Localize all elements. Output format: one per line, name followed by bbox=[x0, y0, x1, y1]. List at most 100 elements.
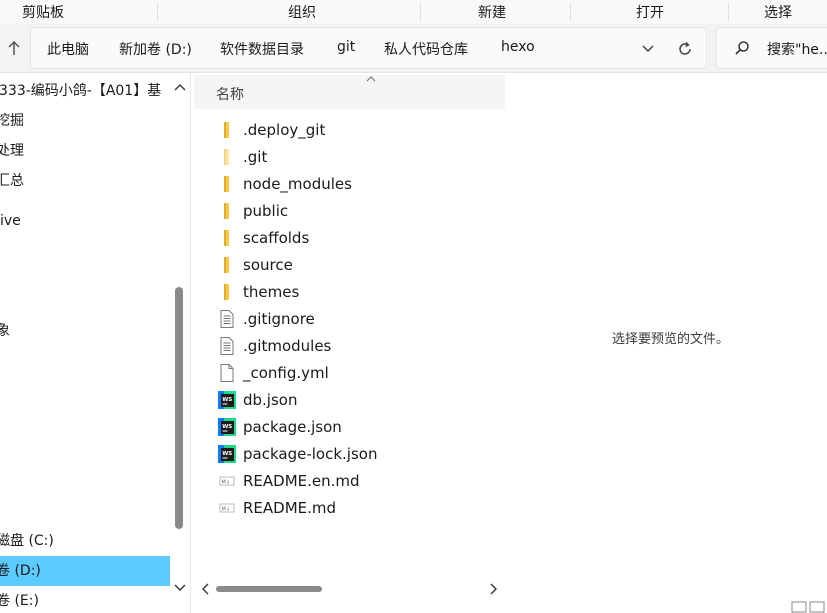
svg-text:WS: WS bbox=[222, 451, 232, 457]
text-file-icon bbox=[218, 310, 236, 328]
folder-icon bbox=[218, 229, 236, 247]
breadcrumb-drive-d[interactable]: 新加卷 (D:) bbox=[119, 39, 192, 59]
refresh-button[interactable] bbox=[674, 38, 696, 60]
nav-item-objects[interactable]: 象 bbox=[0, 316, 166, 346]
webstorm-file-icon: WS bbox=[218, 391, 236, 409]
folder-hidden-icon bbox=[218, 148, 236, 166]
nav-item-label: 卷 (D:) bbox=[0, 563, 41, 579]
markdown-file-icon: M↓ bbox=[218, 472, 236, 490]
breadcrumb-git[interactable]: git bbox=[337, 39, 355, 55]
nav-item-drive-e[interactable]: 卷 (E:) bbox=[0, 586, 166, 613]
folder-icon bbox=[218, 175, 236, 193]
breadcrumb-this-pc[interactable]: 此电脑 bbox=[47, 39, 89, 59]
scroll-up-button[interactable] bbox=[172, 79, 188, 95]
nav-scrollbar-thumb[interactable] bbox=[175, 287, 183, 529]
nav-scrollbar[interactable] bbox=[171, 73, 189, 613]
arrow-up-icon bbox=[8, 40, 20, 55]
file-row[interactable]: WS package.json bbox=[194, 414, 505, 441]
chevron-up-icon bbox=[174, 84, 186, 91]
file-row[interactable]: WS package-lock.json bbox=[194, 441, 505, 468]
file-name: .gitignore bbox=[243, 310, 315, 328]
file-list: 名称 .deploy_git .git node_modulespublic scaf… bbox=[194, 73, 505, 608]
file-name: .git bbox=[243, 148, 268, 166]
file-name: public bbox=[243, 202, 289, 220]
file-name: node_modules bbox=[243, 175, 352, 193]
refresh-icon bbox=[679, 41, 691, 55]
nav-item-folder[interactable]: 挖掘 bbox=[0, 106, 166, 136]
file-name: themes bbox=[243, 283, 300, 301]
file-row[interactable]: source bbox=[194, 252, 505, 279]
chevron-right-icon bbox=[490, 583, 497, 595]
ribbon-open-label: 打开 bbox=[636, 5, 664, 21]
scroll-down-button[interactable] bbox=[172, 580, 188, 596]
up-button[interactable] bbox=[3, 36, 25, 60]
file-row[interactable]: .gitignore bbox=[194, 306, 505, 333]
nav-item-folder[interactable]: 处理 bbox=[0, 136, 166, 166]
file-row[interactable]: .deploy_git bbox=[194, 117, 505, 144]
file-name: _config.yml bbox=[243, 364, 329, 382]
address-dropdown-button[interactable] bbox=[637, 38, 659, 60]
svg-text:M↓: M↓ bbox=[222, 480, 231, 486]
ribbon-clipboard-label: 剪贴板 bbox=[22, 5, 64, 21]
file-name: scaffolds bbox=[243, 229, 310, 247]
address-toolbar: 此电脑 新加卷 (D:) 软件数据目录 git 私人代码仓库 hexo 搜索"h… bbox=[0, 24, 827, 73]
file-row[interactable]: .git bbox=[194, 144, 505, 171]
file-name: README.en.md bbox=[243, 472, 360, 490]
webstorm-file-icon: WS bbox=[218, 418, 236, 436]
file-row[interactable]: M↓ README.en.md bbox=[194, 468, 505, 495]
column-header-label: 名称 bbox=[216, 87, 244, 103]
file-name: README.md bbox=[243, 499, 337, 517]
navigation-pane: 333-编码小鸽-【A01】基 挖掘 处理 汇总 ive 象 磁盘 (C:) 卷… bbox=[0, 73, 191, 613]
chevron-down-icon bbox=[642, 45, 654, 53]
scroll-left-button[interactable] bbox=[197, 581, 213, 597]
search-input[interactable]: 搜索"he... bbox=[767, 39, 827, 59]
file-name: .deploy_git bbox=[243, 121, 326, 139]
search-icon bbox=[735, 41, 749, 55]
file-row[interactable]: _config.yml bbox=[194, 360, 505, 387]
scroll-right-button[interactable] bbox=[486, 581, 502, 597]
ribbon-select-label: 选择 bbox=[764, 5, 792, 21]
preview-pane: 选择要预览的文件。 bbox=[505, 73, 827, 613]
file-row[interactable]: WS db.json bbox=[194, 387, 505, 414]
search-box[interactable]: 搜索"he... bbox=[716, 27, 827, 69]
file-name: .gitmodules bbox=[243, 337, 332, 355]
preview-placeholder-text: 选择要预览的文件。 bbox=[612, 332, 730, 347]
webstorm-file-icon: WS bbox=[218, 445, 236, 463]
folder-icon bbox=[218, 202, 236, 220]
sort-ascending-icon bbox=[366, 76, 376, 82]
svg-text:WS: WS bbox=[222, 424, 232, 430]
file-row[interactable]: .gitmodules bbox=[194, 333, 505, 360]
file-name: package.json bbox=[243, 418, 342, 436]
file-row[interactable]: public bbox=[194, 198, 505, 225]
file-row[interactable]: M↓ README.md bbox=[194, 495, 505, 522]
nav-item-drive-c[interactable]: 磁盘 (C:) bbox=[0, 526, 166, 556]
ribbon-divider bbox=[728, 3, 729, 21]
chevron-left-icon bbox=[202, 583, 209, 595]
nav-item-quick-access-folder[interactable]: 333-编码小鸽-【A01】基 bbox=[0, 76, 169, 106]
blank-file-icon bbox=[218, 364, 236, 382]
breadcrumb-private-repo[interactable]: 私人代码仓库 bbox=[384, 39, 468, 59]
nav-item-drive[interactable]: ive bbox=[0, 206, 170, 236]
nav-item-folder[interactable]: 汇总 bbox=[0, 166, 166, 196]
ribbon-new-label: 新建 bbox=[478, 5, 506, 21]
svg-text:M↓: M↓ bbox=[222, 507, 231, 513]
breadcrumb-hexo[interactable]: hexo bbox=[501, 39, 535, 55]
ribbon-group-labels: 剪贴板 组织 新建 打开 选择 bbox=[0, 0, 827, 24]
horizontal-scrollbar[interactable] bbox=[194, 578, 505, 598]
file-row[interactable]: scaffolds bbox=[194, 225, 505, 252]
ribbon-divider bbox=[157, 3, 158, 21]
ribbon-divider bbox=[570, 3, 571, 21]
column-header-name[interactable]: 名称 bbox=[194, 75, 505, 109]
horizontal-scrollbar-thumb[interactable] bbox=[216, 586, 322, 592]
view-toggle-icons[interactable] bbox=[790, 598, 827, 613]
file-row[interactable]: node_modules bbox=[194, 171, 505, 198]
folder-icon bbox=[218, 283, 236, 301]
nav-item-drive-d[interactable]: 卷 (D:) bbox=[0, 556, 170, 586]
chevron-down-icon bbox=[174, 584, 186, 591]
file-name: package-lock.json bbox=[243, 445, 378, 463]
breadcrumb-software-data[interactable]: 软件数据目录 bbox=[220, 39, 304, 59]
file-row[interactable]: themes bbox=[194, 279, 505, 306]
address-bar[interactable]: 此电脑 新加卷 (D:) 软件数据目录 git 私人代码仓库 hexo bbox=[30, 27, 707, 69]
markdown-file-icon: M↓ bbox=[218, 499, 236, 517]
ribbon-divider bbox=[420, 3, 421, 21]
